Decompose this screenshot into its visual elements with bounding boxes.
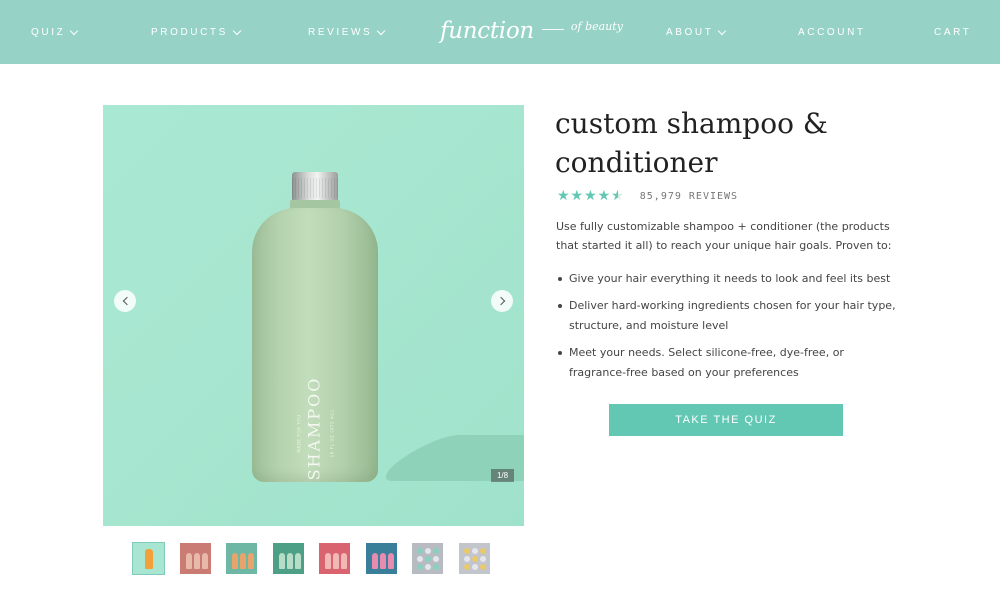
thumbnail-dot-shape xyxy=(417,548,423,554)
benefits-list: Give your hair everything it needs to lo… xyxy=(556,269,901,390)
bottle-small-text-2-label: 16 FL OZ (473 mL) xyxy=(329,409,335,457)
next-image-button[interactable] xyxy=(491,290,513,312)
product-title: custom shampoo & conditioner xyxy=(555,107,828,179)
bottle-small-text-1: MADE FOR YOU xyxy=(295,398,303,468)
thumbnail-dot-shape xyxy=(425,564,431,570)
chevron-down-icon xyxy=(718,26,727,35)
nav-cart[interactable]: CART xyxy=(934,27,971,38)
chevron-down-icon xyxy=(70,26,79,35)
thumbnail-bottle-shape xyxy=(286,553,293,569)
nav-about[interactable]: ABOUT xyxy=(666,26,727,38)
nav-products-label: PRODUCTS xyxy=(151,27,228,38)
previous-image-button[interactable] xyxy=(114,290,136,312)
nav-reviews-label: REVIEWS xyxy=(308,27,373,38)
rating-row[interactable]: ★★★★★ ★★★★★ 85,979 REVIEWS xyxy=(557,188,738,204)
thumbnail-bottle-shape xyxy=(240,553,246,569)
thumbnail-bottle-shape xyxy=(185,553,192,569)
thumbnail-dot-shape xyxy=(417,556,423,562)
benefit-item: Give your hair everything it needs to lo… xyxy=(556,269,901,290)
review-count[interactable]: 85,979 REVIEWS xyxy=(640,191,738,202)
thumbnail-orange-bottle[interactable] xyxy=(132,542,165,575)
star-rating: ★★★★★ ★★★★★ xyxy=(557,188,625,204)
logo-sub-text: of beauty xyxy=(570,20,623,33)
logo-divider xyxy=(541,29,564,30)
thumbnail-dot-shape xyxy=(471,556,478,562)
thumbnail-red-bottles[interactable] xyxy=(319,543,350,574)
thumbnail-bottle-shape xyxy=(145,549,153,569)
nav-quiz-label: QUIZ xyxy=(31,27,66,38)
thumbnail-dot-shape xyxy=(425,548,431,554)
thumbnail-green-bottles[interactable] xyxy=(272,543,304,574)
thumbnail-bottle-shape xyxy=(333,553,339,569)
thumbnail-bottle-shape xyxy=(387,553,394,569)
top-nav: QUIZ PRODUCTS REVIEWS function of beauty… xyxy=(0,0,1000,64)
logo-main-text: function xyxy=(440,18,534,44)
thumbnail-bottle-shape xyxy=(341,553,347,569)
bottle-cap xyxy=(292,172,338,202)
nav-products[interactable]: PRODUCTS xyxy=(151,26,242,38)
benefit-item: Meet your needs. Select silicone-free, d… xyxy=(556,343,901,384)
thumbnail-blue-bottles[interactable] xyxy=(365,543,397,574)
bottle-label-text: SHAMPOO xyxy=(304,376,324,480)
bottle-body: MADE FOR YOU SHAMPOO 16 FL OZ (473 mL) xyxy=(252,208,378,482)
thumbnail-bottle-shape xyxy=(201,553,208,569)
nav-reviews[interactable]: REVIEWS xyxy=(308,26,386,38)
nav-account[interactable]: ACCOUNT xyxy=(798,27,866,38)
nav-account-label: ACCOUNT xyxy=(798,27,866,38)
bottle-label: SHAMPOO xyxy=(304,358,324,498)
thumbnail-dot-shape xyxy=(463,548,470,554)
thumbnail-dot-shape xyxy=(471,548,478,554)
thumbnail-dot-shape xyxy=(417,564,423,570)
thumbnail-bottle-shape xyxy=(193,553,200,569)
thumbnail-dot-shape xyxy=(463,556,470,562)
thumbnail-bottle-shape xyxy=(278,553,285,569)
product-image[interactable]: MADE FOR YOU SHAMPOO 16 FL OZ (473 mL) xyxy=(103,105,524,526)
thumbnail-bottle-shape xyxy=(248,553,254,569)
thumbnail-bottle-shape xyxy=(294,553,301,569)
nav-cart-label: CART xyxy=(934,27,972,38)
bottle-small-text-2: 16 FL OZ (473 mL) xyxy=(328,398,336,468)
product-description: Use fully customizable shampoo + conditi… xyxy=(556,220,892,252)
thumbnail-multi-bottles[interactable] xyxy=(226,543,257,574)
nav-about-label: ABOUT xyxy=(666,27,714,38)
thumbnail-dot-shape xyxy=(463,564,470,570)
chevron-down-icon xyxy=(232,26,242,35)
shampoo-bottle: MADE FOR YOU SHAMPOO 16 FL OZ (473 mL) xyxy=(252,172,378,482)
thumbnail-dot-shape xyxy=(433,556,439,562)
benefit-item: Deliver hard-working ingredients chosen … xyxy=(556,296,901,337)
thumbnail-pink-bottles[interactable] xyxy=(179,543,211,574)
nav-quiz[interactable]: QUIZ xyxy=(31,26,79,38)
thumbnail-bottle-shape xyxy=(371,553,378,569)
take-quiz-button[interactable]: TAKE THE QUIZ xyxy=(609,404,843,436)
chevron-left-icon xyxy=(122,296,131,306)
thumbnail-dot-shape xyxy=(433,548,439,554)
bottle-small-text-1-label: MADE FOR YOU xyxy=(296,413,302,453)
thumbnail-ingredient-dots[interactable] xyxy=(412,543,443,574)
thumbnail-bottle-shape xyxy=(232,553,238,569)
thumbnail-dot-shape xyxy=(479,564,486,570)
thumbnail-strip xyxy=(132,542,505,575)
thumbnail-bottle-shape xyxy=(379,553,386,569)
thumbnail-dot-shape xyxy=(479,556,486,562)
thumbnail-dot-shape xyxy=(433,564,439,570)
thumbnail-dot-shape xyxy=(479,548,486,554)
thumbnail-ingredient-dots-2[interactable] xyxy=(458,543,490,574)
thumbnail-dot-shape xyxy=(425,556,431,562)
stars-filled-icon: ★★★★★ xyxy=(557,188,618,204)
brand-logo[interactable]: function of beauty xyxy=(440,14,623,48)
chevron-right-icon xyxy=(496,296,505,306)
image-counter: 1/8 xyxy=(491,469,514,482)
thumbnail-bottle-shape xyxy=(325,553,331,569)
chevron-down-icon xyxy=(377,26,386,35)
thumbnail-dot-shape xyxy=(471,564,478,570)
